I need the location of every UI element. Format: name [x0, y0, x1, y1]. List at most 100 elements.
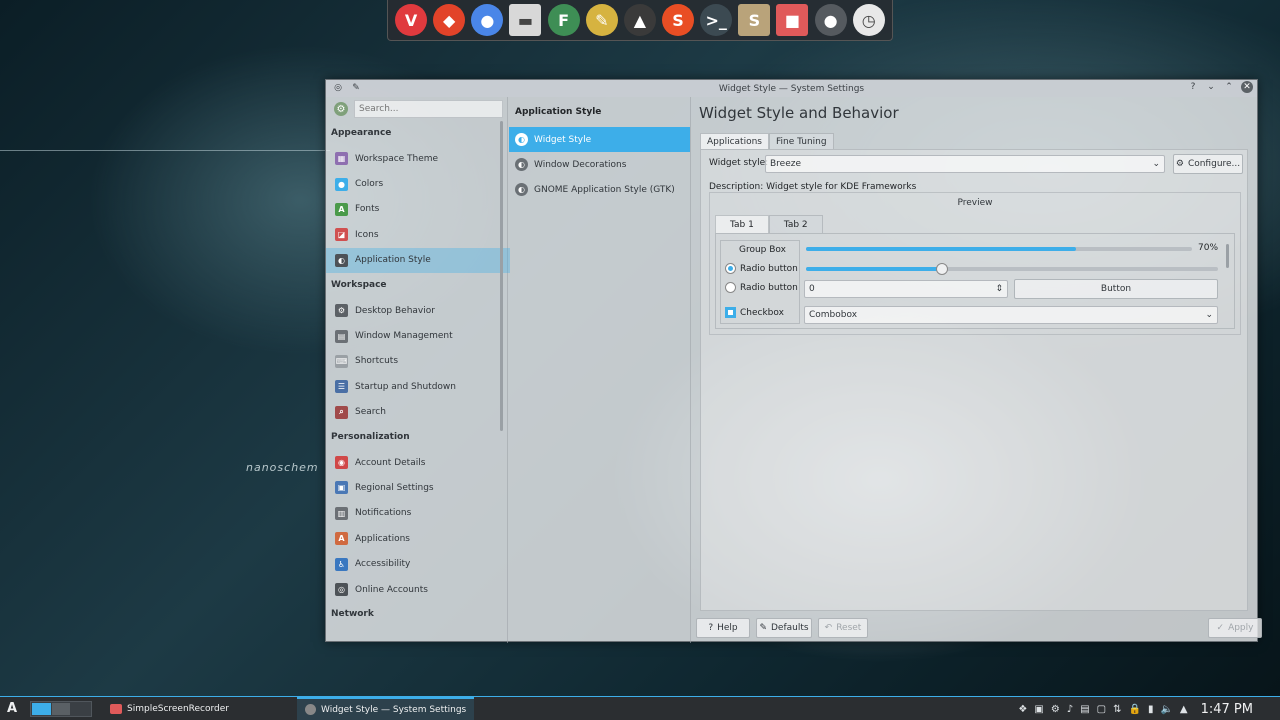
help-title-button[interactable]: ?: [1187, 81, 1199, 93]
window-titlebar[interactable]: ◎ ✎ Widget Style — System Settings ? ⌄ ⌃…: [326, 80, 1257, 97]
application-launcher-icon[interactable]: A: [0, 701, 24, 716]
configure-button[interactable]: ⚙ Configure...: [1173, 154, 1243, 174]
screen-recorder-icon[interactable]: ■: [776, 4, 809, 36]
preview-tab-1[interactable]: Tab 1: [715, 215, 769, 233]
files-icon[interactable]: ▬: [509, 4, 542, 36]
help-button[interactable]: ? Help: [696, 618, 750, 638]
radio-label-2: Radio button: [740, 282, 798, 293]
window-management-icon: ▤: [335, 329, 348, 343]
preview-spinbox[interactable]: 0 ⇕: [804, 280, 1008, 298]
sidebar-item-window-management[interactable]: ▤ Window Management: [326, 323, 507, 348]
search-input[interactable]: [354, 100, 503, 118]
task-system-settings[interactable]: Widget Style — System Settings: [297, 696, 475, 720]
preview-tab-2[interactable]: Tab 2: [768, 215, 823, 233]
audio-icon[interactable]: ♪: [1067, 704, 1073, 715]
slider-handle[interactable]: [935, 263, 948, 275]
clipboard-icon[interactable]: ▢: [1097, 704, 1106, 715]
lock-icon[interactable]: 🔒: [1128, 704, 1140, 715]
minimize-button[interactable]: ⌄: [1205, 81, 1217, 93]
regional-settings-icon: ▣: [335, 481, 348, 495]
volume-icon[interactable]: 🔈: [1160, 704, 1172, 715]
subcategory-list: Application Style ◐ Widget Style ◐ Window D…: [509, 97, 691, 643]
apply-icon: ✓: [1216, 623, 1225, 633]
sidebar-item-search[interactable]: ⌕ Search: [326, 400, 507, 425]
clock-icon[interactable]: ◷: [852, 4, 885, 36]
gitlab-icon[interactable]: ◆: [433, 4, 466, 36]
tab-applications[interactable]: Applications: [700, 133, 769, 149]
task-simplescreenrecorder[interactable]: SimpleScreenRecorder: [102, 697, 237, 720]
pin-icon[interactable]: ✎: [350, 82, 362, 94]
subnav-item[interactable]: ◐ GNOME Application Style (GTK): [509, 177, 690, 202]
defaults-button[interactable]: ✎ Defaults: [756, 618, 812, 638]
sidebar-item-online-accounts[interactable]: ◎ Online Accounts: [326, 577, 507, 602]
startup-shutdown-icon: ☰: [335, 380, 348, 394]
maximize-button[interactable]: ⌃: [1223, 81, 1235, 93]
preview-combobox[interactable]: Combobox ⌄: [804, 306, 1218, 324]
subnav-item[interactable]: ◐ Widget Style: [509, 127, 690, 152]
swirl-app-icon[interactable]: S: [662, 4, 695, 36]
preview-button[interactable]: Button: [1014, 279, 1218, 299]
radio-button-2[interactable]: Radio button: [725, 282, 798, 293]
spin-arrows-icon[interactable]: ⇕: [995, 284, 1003, 294]
sidebar-item-label: Icons: [355, 229, 379, 240]
window-menu-icon[interactable]: ◎: [332, 82, 344, 94]
gimp-icon[interactable]: ✎: [585, 4, 618, 36]
sidebar-item-label: Regional Settings: [355, 482, 434, 493]
chevron-down-icon: ⌄: [1205, 310, 1213, 320]
sidebar-item-applications[interactable]: A Applications: [326, 526, 507, 551]
category-sidebar: ⚙ Appearance ▦ Workspace Theme ● Colors A Font…: [326, 97, 510, 643]
sidebar-item-application-style[interactable]: ◐ Application Style: [326, 247, 510, 273]
desktop-1[interactable]: [32, 702, 51, 715]
sidebar-item-notifications[interactable]: ▥ Notifications: [326, 501, 507, 526]
sidebar-item-fonts[interactable]: A Fonts: [326, 197, 507, 222]
apply-button[interactable]: ✓ Apply: [1208, 618, 1262, 638]
sidebar-item-label: Window Management: [355, 331, 453, 342]
reset-button[interactable]: ↶ Reset: [818, 618, 868, 638]
preview-slider[interactable]: [806, 263, 1218, 275]
desktop-3[interactable]: [71, 703, 90, 715]
network-icon[interactable]: ⇅: [1113, 704, 1121, 715]
preview-scrollbar[interactable]: [1226, 244, 1229, 268]
desktop-2[interactable]: [51, 702, 71, 715]
close-button[interactable]: ✕: [1241, 81, 1253, 93]
sidebar-item-desktop-behavior[interactable]: ⚙ Desktop Behavior: [326, 298, 507, 323]
sidebar-item-account-details[interactable]: ◉ Account Details: [326, 450, 507, 475]
vivaldi-icon[interactable]: V: [395, 4, 428, 36]
subnav-item-label: GNOME Application Style (GTK): [534, 184, 675, 195]
tray-settings-icon[interactable]: ⚙: [1051, 704, 1060, 715]
group-box-label: Group Box: [739, 245, 786, 255]
feather-icon[interactable]: F: [547, 4, 580, 36]
settings-icon[interactable]: ●: [814, 4, 847, 36]
sidebar-item-label: Startup and Shutdown: [355, 381, 456, 392]
sidebar-item-startup-shutdown[interactable]: ☰ Startup and Shutdown: [326, 374, 507, 399]
settings-icon: [305, 704, 317, 715]
spinbox-value: 0: [809, 284, 815, 294]
sidebar-scrollbar[interactable]: [500, 121, 503, 431]
display-icon[interactable]: ▤: [1080, 704, 1089, 715]
sidebar-item-icons[interactable]: ◪ Icons: [326, 222, 507, 247]
terminal-icon[interactable]: >_: [700, 4, 733, 36]
radio-button-1[interactable]: Radio button: [725, 263, 798, 274]
battery-icon[interactable]: ▮: [1148, 704, 1154, 715]
virtual-desktop-pager[interactable]: [30, 700, 92, 717]
colors-icon: ●: [335, 177, 348, 191]
screen-icon[interactable]: ▣: [1034, 704, 1043, 715]
scribus-icon[interactable]: S: [738, 4, 771, 36]
preview-checkbox[interactable]: Checkbox: [725, 307, 784, 318]
clock[interactable]: 1:47 PM: [1201, 702, 1253, 717]
content-tabs: Applications Fine Tuning: [692, 133, 1259, 149]
sidebar-item-accessibility[interactable]: ♿ Accessibility: [326, 551, 507, 576]
sidebar-item-colors[interactable]: ● Colors: [326, 171, 507, 196]
desktop-behavior-icon: ⚙: [335, 304, 348, 318]
tab-fine-tuning[interactable]: Fine Tuning: [768, 133, 834, 149]
tray-expand-icon[interactable]: ▲: [1180, 704, 1188, 715]
subnav-item[interactable]: ◐ Window Decorations: [509, 152, 690, 177]
sidebar-item-workspace-theme[interactable]: ▦ Workspace Theme: [326, 146, 507, 171]
chromium-icon[interactable]: ●: [471, 4, 504, 36]
widget-style-combobox[interactable]: Breeze ⌄: [765, 155, 1165, 173]
sidebar-item-regional-settings[interactable]: ▣ Regional Settings: [326, 475, 507, 500]
sidebar-item-shortcuts[interactable]: ⌨ Shortcuts: [326, 349, 507, 374]
inkscape-icon[interactable]: ▲: [623, 4, 656, 36]
sidebar-item-label: Accessibility: [355, 559, 411, 570]
dropbox-icon[interactable]: ❖: [1018, 704, 1027, 715]
